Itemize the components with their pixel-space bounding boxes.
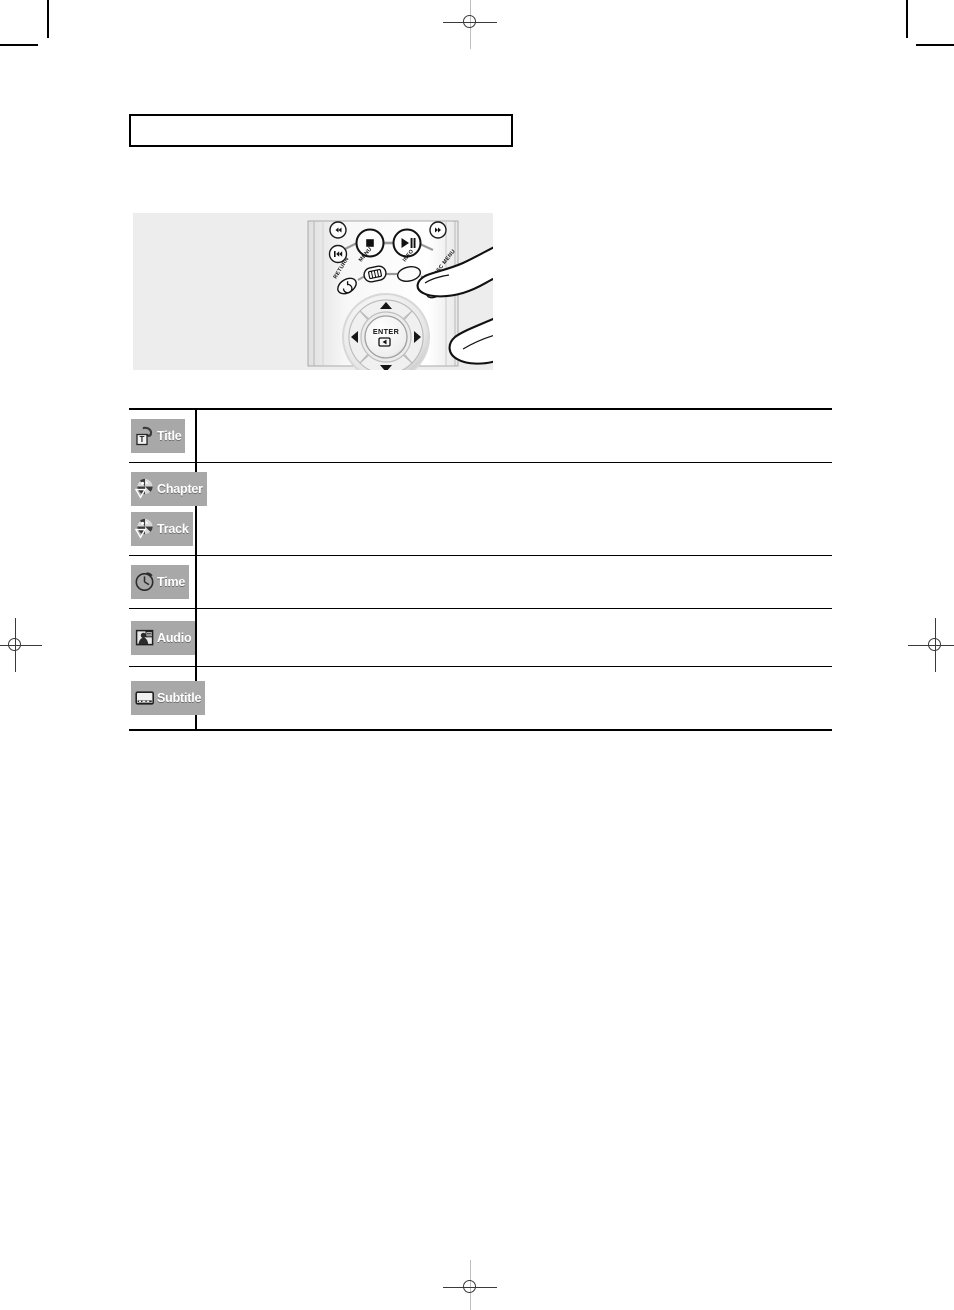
registration-circle	[463, 1280, 476, 1293]
subtitle-icon	[134, 686, 156, 710]
crop-mark-top-right-vertical	[906, 0, 908, 38]
title-badge: T Title	[131, 418, 186, 453]
table-row-icon-cell: Time	[129, 556, 195, 608]
crop-mark-top-right-horizontal	[916, 44, 954, 46]
registration-mark-top-center	[443, 0, 497, 49]
table-row: Audio	[129, 609, 832, 667]
remote-control-illustration: RETURN MENU INFO DISC MENU ENTER	[133, 213, 493, 370]
title-badge-label: Title	[157, 428, 182, 443]
time-icon	[134, 570, 156, 594]
crop-mark-top-left-horizontal	[0, 44, 38, 46]
svg-text:T: T	[140, 435, 145, 444]
display-function-table: T Title Chapter Track Time Audio Subtitl…	[129, 408, 832, 731]
svg-text:ENTER: ENTER	[373, 327, 400, 336]
table-row-description	[197, 609, 832, 666]
time-badge: Time	[131, 564, 190, 599]
time-badge-label: Time	[157, 574, 186, 589]
track-badge-label: Track	[157, 521, 189, 536]
audio-icon	[134, 626, 156, 650]
registration-circle	[8, 638, 21, 651]
registration-circle	[463, 15, 476, 28]
registration-mark-right-middle	[908, 618, 954, 672]
table-row-description	[197, 556, 832, 608]
registration-horizontal-line	[0, 644, 42, 646]
subtitle-badge-label: Subtitle	[157, 691, 202, 706]
audio-badge: Audio	[131, 620, 196, 655]
chapter-badge-label: Chapter	[157, 481, 203, 496]
section-heading-box	[129, 114, 513, 147]
chapter-icon	[134, 477, 156, 501]
document-page: RETURN MENU INFO DISC MENU ENTER T Title…	[0, 0, 954, 1310]
table-row: T Title	[129, 409, 832, 462]
audio-badge-label: Audio	[157, 630, 192, 645]
chapter-badge: Chapter	[131, 471, 207, 506]
subtitle-badge: Subtitle	[131, 681, 206, 716]
table-row: Subtitle	[129, 667, 832, 730]
table-row: Time	[129, 555, 832, 608]
crop-mark-top-left-vertical	[47, 0, 49, 38]
table-row-icon-cell: Subtitle	[129, 667, 206, 729]
table-row-icon-cell: Chapter Track	[129, 463, 207, 555]
table-row: Chapter Track	[129, 462, 832, 555]
registration-mark-left-middle	[0, 618, 42, 672]
table-row-description	[197, 463, 832, 555]
track-badge: Track	[131, 511, 193, 546]
registration-mark-bottom-center	[443, 1260, 497, 1310]
table-row-icon-cell: T Title	[129, 410, 195, 462]
track-icon	[134, 517, 156, 541]
title-icon: T	[134, 424, 156, 448]
registration-circle	[928, 638, 941, 651]
table-bottom-border	[129, 729, 832, 731]
table-row-icon-cell: Audio	[129, 609, 196, 666]
table-row-description	[197, 410, 832, 462]
table-row-description	[197, 667, 832, 729]
